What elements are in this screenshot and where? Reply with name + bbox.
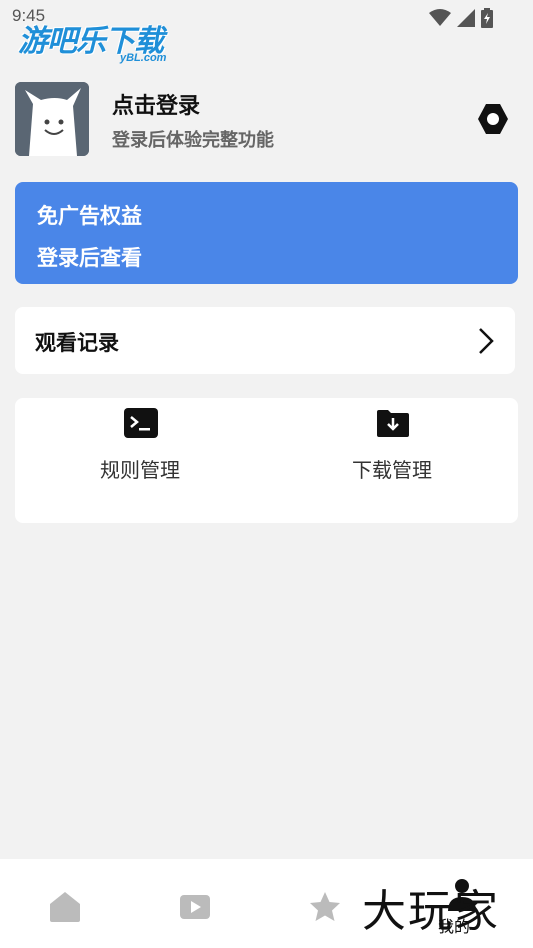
home-icon: [50, 892, 80, 922]
login-prompt[interactable]: 点击登录: [112, 88, 200, 120]
battery-icon: [481, 8, 493, 28]
ad-free-subtitle: 登录后查看: [37, 246, 142, 270]
nav-favorites[interactable]: [306, 889, 346, 929]
watch-history-row[interactable]: 观看记录: [15, 307, 515, 374]
signal-icon: [457, 9, 475, 27]
settings-button[interactable]: [476, 102, 510, 136]
download-management-button[interactable]: 下载管理: [292, 398, 492, 498]
nav-home[interactable]: [46, 889, 86, 929]
avatar[interactable]: [15, 82, 89, 156]
ghost-avatar-icon: [15, 82, 89, 156]
settings-icon: [478, 104, 508, 134]
profile-header[interactable]: 点击登录 登录后体验完整功能: [15, 82, 518, 156]
bottom-nav: 我的: [0, 859, 533, 948]
wifi-icon: [429, 9, 451, 26]
folder-download-icon: [377, 410, 409, 437]
watermark-subtext: yBL.com: [120, 52, 167, 64]
chevron-right-icon: [479, 328, 494, 354]
download-management-label: 下载管理: [352, 458, 432, 482]
login-subtitle: 登录后体验完整功能: [112, 130, 274, 151]
nav-me-label: 我的: [438, 917, 471, 936]
tools-card: 规则管理 下载管理: [15, 398, 518, 523]
watermark-logo: 游吧乐下载 yBL.com: [18, 16, 188, 66]
terminal-icon: [124, 408, 158, 438]
person-icon: [448, 879, 476, 911]
rules-management-label: 规则管理: [100, 458, 180, 482]
ad-free-card[interactable]: 免广告权益 登录后查看: [15, 182, 518, 284]
rules-management-button[interactable]: 规则管理: [40, 398, 240, 498]
star-icon: [310, 892, 340, 921]
watch-history-label: 观看记录: [35, 331, 119, 355]
status-icons: [429, 8, 493, 28]
nav-me[interactable]: 我的: [438, 877, 488, 937]
nav-video[interactable]: [176, 889, 216, 929]
ad-free-title: 免广告权益: [37, 204, 142, 228]
play-icon: [180, 895, 210, 919]
